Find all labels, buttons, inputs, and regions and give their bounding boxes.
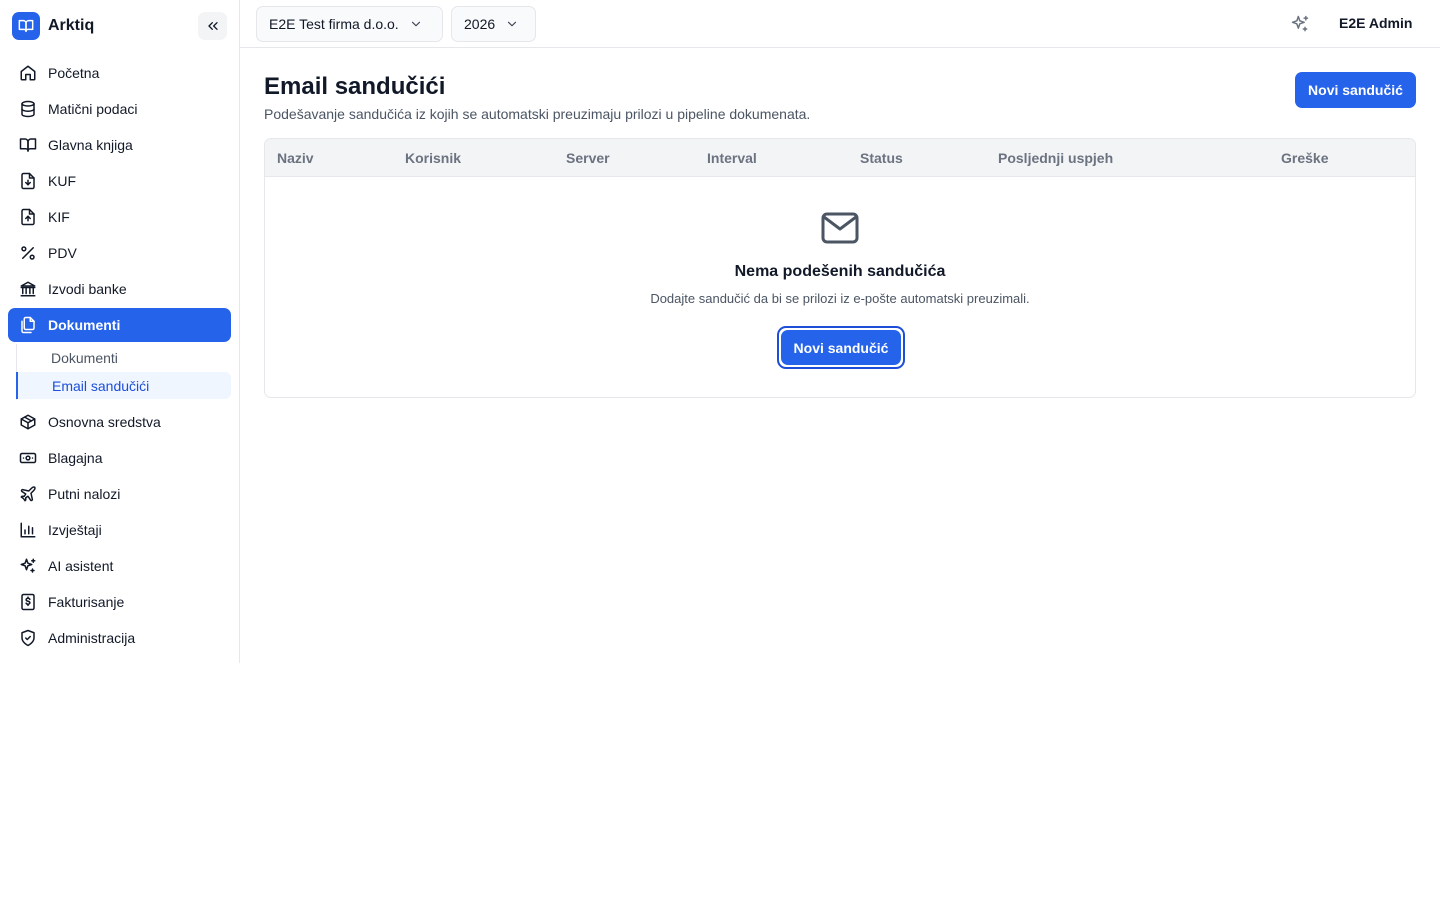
sidebar-item-label: Početna bbox=[48, 65, 100, 81]
sidebar-item-osnovna-sredstva[interactable]: Osnovna sredstva bbox=[8, 405, 231, 439]
sidebar-item-label: Matični podaci bbox=[48, 101, 138, 117]
sidebar-item-label: Izvještaji bbox=[48, 522, 102, 538]
percent-icon bbox=[19, 244, 37, 262]
sidebar-item-label: Glavna knjiga bbox=[48, 137, 133, 153]
year-select[interactable]: 2026 bbox=[451, 6, 536, 42]
user-menu[interactable]: E2E Admin bbox=[1339, 15, 1412, 31]
dollar-file-icon bbox=[19, 593, 37, 611]
year-select-value: 2026 bbox=[464, 16, 496, 32]
bank-icon bbox=[19, 280, 37, 298]
sidebar-item-blagajna[interactable]: Blagajna bbox=[8, 441, 231, 475]
bar-chart-icon bbox=[19, 521, 37, 539]
chevrons-left-icon bbox=[207, 21, 218, 30]
file-download-icon bbox=[19, 172, 37, 190]
page-subtitle: Podešavanje sandučića iz kojih se automa… bbox=[264, 106, 811, 122]
new-mailbox-button[interactable]: Novi sandučić bbox=[1295, 72, 1416, 108]
sidebar-item-glavna-knjiga[interactable]: Glavna knjiga bbox=[8, 128, 231, 162]
empty-state-new-mailbox-button[interactable]: Novi sandučić bbox=[781, 330, 901, 365]
sidebar-item-maticni-podaci[interactable]: Matični podaci bbox=[8, 92, 231, 126]
sidebar-item-izvodi-banke[interactable]: Izvodi banke bbox=[8, 272, 231, 306]
sidebar: Arktiq Početna Matični podaci Glavna knj… bbox=[0, 0, 240, 663]
column-header-server[interactable]: Server bbox=[566, 150, 610, 166]
brand-name: Arktiq bbox=[48, 17, 95, 34]
column-header-naziv[interactable]: Naziv bbox=[277, 150, 314, 166]
empty-state-button-focus-ring: Novi sandučić bbox=[777, 326, 905, 369]
sidebar-item-dokumenti[interactable]: Dokumenti bbox=[8, 308, 231, 342]
sidebar-item-label: Fakturisanje bbox=[48, 594, 125, 610]
company-select-value: E2E Test firma d.o.o. bbox=[269, 16, 399, 32]
column-header-korisnik[interactable]: Korisnik bbox=[405, 150, 461, 166]
company-select[interactable]: E2E Test firma d.o.o. bbox=[256, 6, 443, 42]
cash-icon bbox=[19, 449, 37, 467]
database-icon bbox=[19, 100, 37, 118]
collapse-sidebar-button[interactable] bbox=[198, 12, 227, 40]
sidebar-item-izvjestaji[interactable]: Izvještaji bbox=[8, 513, 231, 547]
sidebar-item-label: KUF bbox=[48, 173, 76, 189]
table-header: Naziv Korisnik Server Interval Status Po… bbox=[265, 139, 1415, 177]
ai-assistant-button[interactable] bbox=[1288, 12, 1312, 36]
sidebar-item-administracija[interactable]: Administracija bbox=[8, 621, 231, 655]
sidebar-item-label: Putni nalozi bbox=[48, 486, 121, 502]
mail-icon bbox=[821, 211, 859, 245]
sidebar-item-label: KIF bbox=[48, 209, 70, 225]
mailboxes-table: Naziv Korisnik Server Interval Status Po… bbox=[264, 138, 1416, 398]
empty-state-description: Dodajte sandučić da bi se prilozi iz e-p… bbox=[650, 291, 1030, 306]
sparkles-icon bbox=[19, 557, 37, 575]
sidebar-item-kif[interactable]: KIF bbox=[8, 200, 231, 234]
page-title: Email sandučići bbox=[264, 73, 446, 100]
package-icon bbox=[19, 413, 37, 431]
sidebar-item-label: PDV bbox=[48, 245, 77, 261]
sidebar-item-kuf[interactable]: KUF bbox=[8, 164, 231, 198]
sidebar-subitem-email-sanducici[interactable]: Email sandučići bbox=[16, 372, 231, 399]
sidebar-item-pocetna[interactable]: Početna bbox=[8, 56, 231, 90]
sidebar-item-label: Izvodi banke bbox=[48, 281, 127, 297]
sidebar-subitem-label: Email sandučići bbox=[52, 377, 150, 394]
sidebar-item-fakturisanje[interactable]: Fakturisanje bbox=[8, 585, 231, 619]
sidebar-item-ai-asistent[interactable]: AI asistent bbox=[8, 549, 231, 583]
documents-icon bbox=[19, 316, 37, 334]
book-open-icon bbox=[12, 12, 40, 40]
sidebar-subitem-dokumenti[interactable]: Dokumenti bbox=[17, 344, 232, 371]
column-header-greske[interactable]: Greške bbox=[1281, 150, 1328, 166]
plane-icon bbox=[19, 485, 37, 503]
sidebar-item-putni-nalozi[interactable]: Putni nalozi bbox=[8, 477, 231, 511]
sidebar-item-label: Osnovna sredstva bbox=[48, 414, 161, 430]
column-header-interval[interactable]: Interval bbox=[707, 150, 757, 166]
sidebar-item-label: Administracija bbox=[48, 630, 136, 646]
sidebar-item-label: AI asistent bbox=[48, 558, 114, 574]
sidebar-item-label: Blagajna bbox=[48, 450, 103, 466]
sidebar-submenu: Dokumenti Email sandučići bbox=[16, 344, 231, 400]
sidebar-item-label: Dokumenti bbox=[48, 317, 121, 333]
home-icon bbox=[19, 64, 37, 82]
brand[interactable]: Arktiq bbox=[12, 12, 94, 40]
sparkles-icon bbox=[1291, 15, 1309, 32]
column-header-posljednji-uspjeh[interactable]: Posljednji uspjeh bbox=[998, 150, 1113, 166]
chevron-down-icon bbox=[505, 17, 519, 31]
shield-check-icon bbox=[19, 629, 37, 647]
empty-state-title: Nema podešenih sandučića bbox=[734, 263, 946, 280]
book-icon bbox=[19, 136, 37, 154]
chevron-down-icon bbox=[409, 17, 423, 31]
sidebar-subitem-label: Dokumenti bbox=[51, 349, 118, 366]
sidebar-item-pdv[interactable]: PDV bbox=[8, 236, 231, 270]
column-header-status[interactable]: Status bbox=[860, 150, 903, 166]
topbar: E2E Test firma d.o.o. 2026 E2E Admin bbox=[240, 0, 1440, 48]
file-upload-icon bbox=[19, 208, 37, 226]
